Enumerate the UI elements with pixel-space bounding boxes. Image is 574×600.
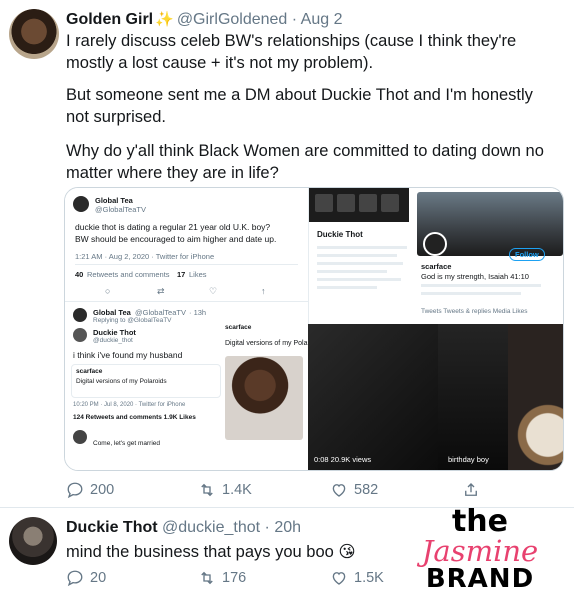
quote-author: scarface bbox=[225, 324, 252, 331]
tweet-text-line-1: I rarely discuss celeb BW's relationship… bbox=[66, 32, 517, 72]
like-count: 1.5K bbox=[354, 570, 384, 586]
profile-name: Duckie Thot bbox=[317, 230, 363, 239]
dinner-photo bbox=[508, 324, 563, 470]
watermark-jasmine: Jasmine bbox=[421, 534, 539, 568]
tweet-header: Duckie Thot @duckie_thot · 20h bbox=[66, 519, 301, 537]
reply-button[interactable]: 200 bbox=[66, 481, 114, 499]
share-icon bbox=[465, 483, 477, 496]
scarface-bio: God is my strength, Isaiah 41:10 bbox=[421, 272, 529, 281]
avatar bbox=[73, 196, 89, 212]
embed-time: · 13h bbox=[189, 308, 207, 317]
embed-reply-to: Replying to @GlobalTeaTV bbox=[93, 317, 172, 324]
tweet-golden-girl[interactable]: Golden Girl ✨ @GirlGoldened · Aug 2 I rare… bbox=[0, 0, 574, 508]
sparkle-icon: ✨ bbox=[155, 11, 174, 28]
author-handle[interactable]: @duckie_thot bbox=[162, 519, 260, 536]
embed-stats: 124 Retweets and comments 1.9K Likes bbox=[73, 414, 196, 421]
embed-text-2: BW should be encouraged to aim higher an… bbox=[75, 234, 277, 244]
embed-like-count: 17 bbox=[177, 270, 186, 279]
embed-author: Global Tea bbox=[95, 196, 133, 205]
share-icon: ↑ bbox=[261, 286, 266, 296]
author-name[interactable]: Golden Girl bbox=[66, 11, 153, 28]
inner-author: Duckie Thot bbox=[93, 328, 136, 337]
embedded-tweet-global-tea: Global Tea @GlobalTeaTV duckie thot is d… bbox=[65, 188, 308, 301]
like-button[interactable]: 1.5K bbox=[330, 569, 384, 587]
timestamp[interactable]: Aug 2 bbox=[301, 11, 343, 28]
embed-like-label: Likes bbox=[189, 270, 207, 279]
watermark-brand: BRAND bbox=[425, 564, 535, 594]
avatar bbox=[423, 232, 447, 256]
reply-button[interactable]: 20 bbox=[66, 569, 106, 587]
shirtless-photo bbox=[225, 356, 303, 440]
inner-handle: @duckie_thot bbox=[93, 337, 133, 344]
reply-count: 200 bbox=[90, 482, 115, 498]
retweet-icon: ⇄ bbox=[157, 286, 165, 296]
profile-thumbnail bbox=[315, 194, 333, 212]
heart-icon bbox=[332, 572, 346, 585]
reply-icon bbox=[67, 570, 83, 587]
heart-icon: ♡ bbox=[209, 286, 218, 296]
like-button[interactable]: 582 bbox=[330, 481, 378, 499]
retweet-icon bbox=[201, 483, 213, 497]
avatar bbox=[73, 328, 87, 342]
avatar bbox=[73, 308, 87, 322]
attached-image-collage[interactable]: Global Tea @GlobalTeaTV duckie thot is d… bbox=[64, 187, 564, 471]
embed-meta: 1:21 AM · Aug 2, 2020 · Twitter for iPho… bbox=[75, 252, 215, 261]
tweet-text-line-2: But someone sent me a DM about Duckie Th… bbox=[66, 86, 533, 126]
scarface-name: scarface bbox=[421, 262, 452, 271]
retweet-count: 176 bbox=[222, 570, 247, 586]
profile-thumbnail bbox=[381, 194, 399, 212]
reply-count: 20 bbox=[90, 570, 107, 586]
profile-tabs: Tweets Tweets & replies Media Likes bbox=[421, 308, 528, 315]
embed-text-1: duckie thot is dating a regular 21 year … bbox=[75, 222, 271, 232]
brand-watermark: the Jasmine BRAND bbox=[405, 504, 555, 593]
avatar bbox=[73, 430, 87, 444]
quote-text: Digital versions of my Polaroids bbox=[225, 340, 308, 347]
inner-text: i think i've found my husband bbox=[73, 350, 183, 360]
embed-handle: @GlobalTeaTV bbox=[95, 205, 146, 214]
reply-icon bbox=[67, 482, 83, 499]
retweet-button[interactable]: 176 bbox=[198, 569, 246, 587]
watermark-the: the bbox=[451, 504, 509, 539]
tweet-header: Golden Girl ✨ @GirlGoldened · Aug 2 bbox=[66, 10, 342, 29]
retweet-button[interactable]: 1.4K bbox=[198, 481, 252, 499]
embed-meta: 10:20 PM · Jul 8, 2020 · Twitter for iPh… bbox=[73, 402, 186, 408]
video-frame bbox=[308, 324, 438, 470]
video-caption: birthday boy bbox=[448, 455, 489, 464]
quoted-tweet: scarface Digital versions of my Polaroid… bbox=[71, 364, 221, 398]
separator: · bbox=[291, 11, 298, 28]
video-time: 0:08 20.9K views bbox=[314, 455, 372, 464]
author-handle[interactable]: @GirlGoldened bbox=[177, 11, 288, 28]
video-frame bbox=[438, 324, 508, 470]
video-screenshots: 0:08 20.9K views birthday boy bbox=[308, 324, 563, 470]
profile-screenshots: Duckie Thot Follow scarface God is my st… bbox=[308, 188, 563, 324]
avatar[interactable] bbox=[9, 517, 57, 565]
quote-text: Digital versions of my Polaroids bbox=[76, 378, 167, 385]
embedded-reply-thread: Global Tea @GlobalTeaTV · 13h Replying t… bbox=[65, 301, 308, 470]
avatar[interactable] bbox=[9, 9, 59, 59]
reply-icon: ○ bbox=[105, 286, 111, 296]
separator: · bbox=[264, 519, 270, 536]
timestamp[interactable]: 20h bbox=[274, 519, 301, 536]
embed-retweet-count: 40 bbox=[75, 270, 84, 279]
profile-thumbnail bbox=[359, 194, 377, 212]
share-button[interactable] bbox=[462, 481, 486, 499]
embed-author: Global Tea bbox=[93, 308, 131, 317]
like-count: 582 bbox=[354, 482, 379, 498]
tweet-text-line-3: Why do y'all think Black Women are commi… bbox=[66, 142, 544, 182]
retweet-count: 1.4K bbox=[222, 482, 252, 498]
heart-icon bbox=[332, 484, 346, 497]
reply-text: Come, let's get married bbox=[93, 440, 160, 447]
embed-handle: @GlobalTeaTV bbox=[135, 308, 186, 317]
embed-retweet-label: Retweets and comments bbox=[87, 270, 170, 279]
quote-author: scarface bbox=[76, 368, 103, 375]
retweet-icon bbox=[201, 571, 213, 585]
author-name[interactable]: Duckie Thot bbox=[66, 519, 158, 536]
follow-button: Follow bbox=[509, 248, 545, 261]
profile-thumbnail bbox=[337, 194, 355, 212]
